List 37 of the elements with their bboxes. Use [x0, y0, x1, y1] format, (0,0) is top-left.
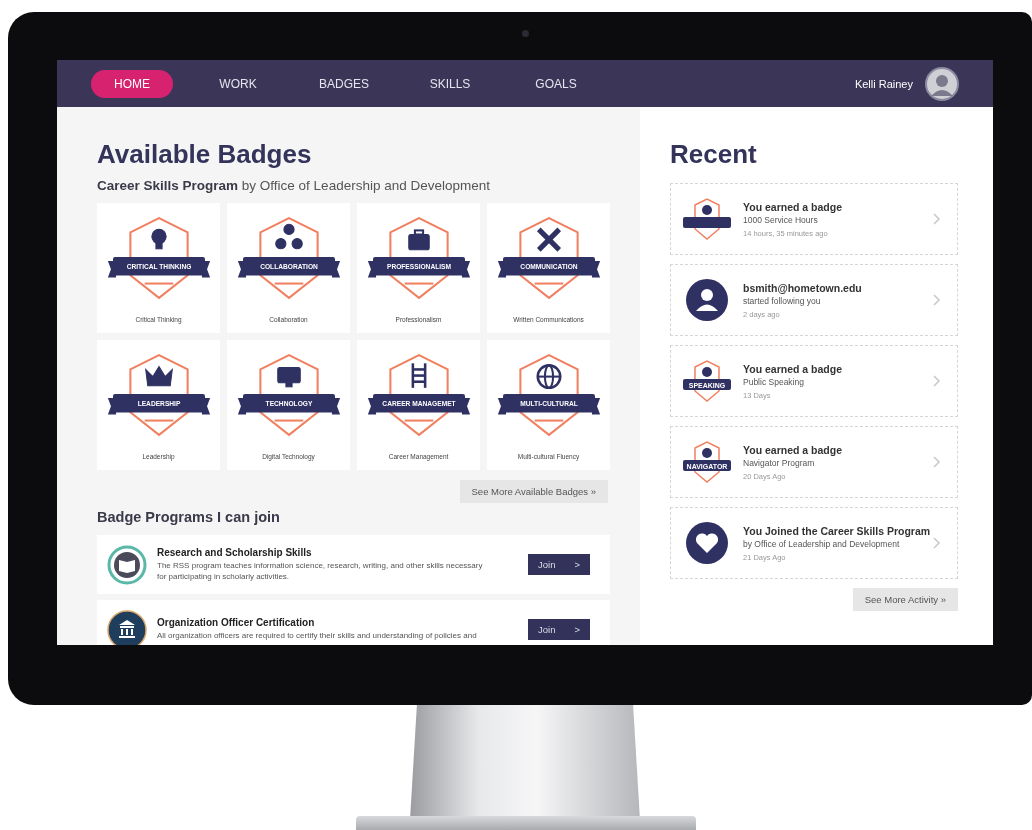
chevron-icon	[933, 456, 941, 468]
recent-title: Recent	[670, 139, 758, 170]
user-name: Kelli Rainey	[854, 77, 913, 90]
chevron-icon	[933, 375, 941, 387]
program-name: Research and Scholarship Skills	[157, 547, 313, 559]
book-icon	[107, 544, 147, 585]
activity-detail: Navigator Program	[743, 457, 816, 468]
page-title: Available Badges	[97, 139, 313, 170]
activity-detail: by Office of Leadership and Development	[743, 538, 901, 549]
section-title: Badge Programs I can join	[97, 509, 281, 525]
camera-dot	[522, 30, 529, 37]
activity-title: bsmith@hometown.edu	[743, 281, 863, 294]
activity-detail: started following you	[743, 295, 822, 306]
program-description: All organization officers are required to certify their skills and understanding of policies and	[157, 631, 478, 642]
program-subtitle: Career Skills Program by Office of Leadership and Development	[97, 178, 491, 193]
join-button[interactable]: Join >	[528, 619, 590, 640]
activity-title: You earned a badge	[743, 443, 843, 456]
activity-title: You earned a badge	[743, 200, 843, 213]
nav-tab[interactable]: GOALS	[515, 69, 597, 98]
chevron-icon	[933, 294, 941, 306]
join-button[interactable]: Join >	[528, 554, 590, 575]
nav-tab[interactable]: SKILLS	[409, 69, 491, 98]
see-more-badges-button[interactable]: See More Available Badges »	[459, 480, 608, 503]
badge-drawing	[681, 197, 733, 241]
activity-detail: 1000 Service Hours	[743, 214, 819, 225]
nav-tab[interactable]: HOME	[91, 69, 173, 98]
activity-detail: Public Speaking	[743, 376, 805, 387]
program-name: Organization Officer Certification	[157, 617, 316, 629]
activity-title: You Joined the Career Skills Program	[743, 524, 932, 537]
chevron-icon	[933, 213, 941, 225]
nav-tab[interactable]: WORK	[197, 69, 279, 98]
activity-title: You earned a badge	[743, 362, 843, 375]
program-description: The RSS program teaches information science, research, writing, and other skills necessary for participating in scholarly activities.	[157, 561, 484, 582]
see-more-activity-button[interactable]: See More Activity »	[852, 588, 958, 611]
avatar[interactable]	[925, 66, 959, 101]
nav-tab[interactable]: BADGES	[303, 69, 385, 98]
chevron-icon	[933, 537, 941, 549]
